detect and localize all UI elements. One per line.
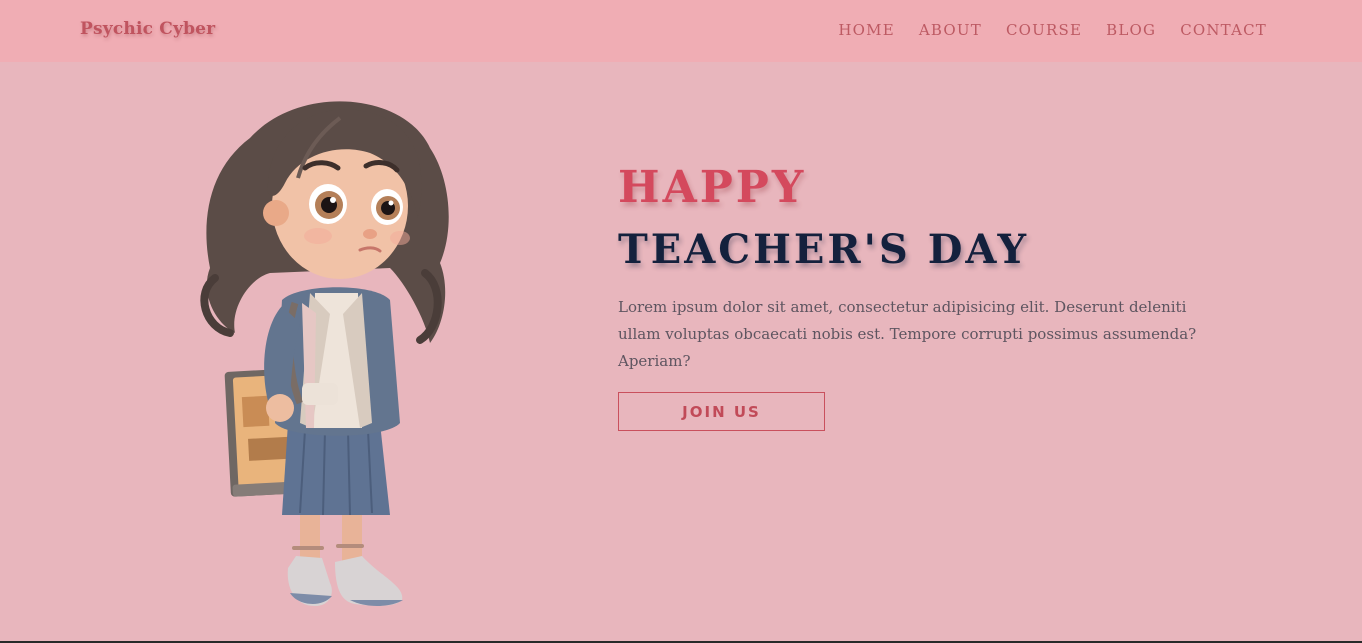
hero-heading-teachers-day: TEACHER'S DAY: [618, 226, 1029, 273]
hero-girl-illustration: [190, 78, 460, 613]
nav-link-course[interactable]: COURSE: [1006, 21, 1082, 39]
navbar: Psychic Cyber HOME ABOUT COURSE BLOG CON…: [0, 0, 1362, 62]
nav-link-contact[interactable]: CONTACT: [1180, 21, 1267, 39]
join-us-button[interactable]: JOIN US: [618, 392, 825, 431]
nav-link-blog[interactable]: BLOG: [1106, 21, 1156, 39]
hero-heading-happy: HAPPY: [618, 162, 807, 213]
brand-logo[interactable]: Psychic Cyber: [80, 19, 215, 39]
girl-student-icon: [200, 101, 449, 606]
nav-link-about[interactable]: ABOUT: [919, 21, 982, 39]
nav-menu: HOME ABOUT COURSE BLOG CONTACT: [838, 21, 1267, 39]
hero-description: Lorem ipsum dolor sit amet, consectetur …: [618, 298, 1197, 370]
hero-content: HAPPY TEACHER'S DAY Lorem ipsum dolor si…: [618, 160, 1218, 431]
nav-link-home[interactable]: HOME: [838, 21, 895, 39]
